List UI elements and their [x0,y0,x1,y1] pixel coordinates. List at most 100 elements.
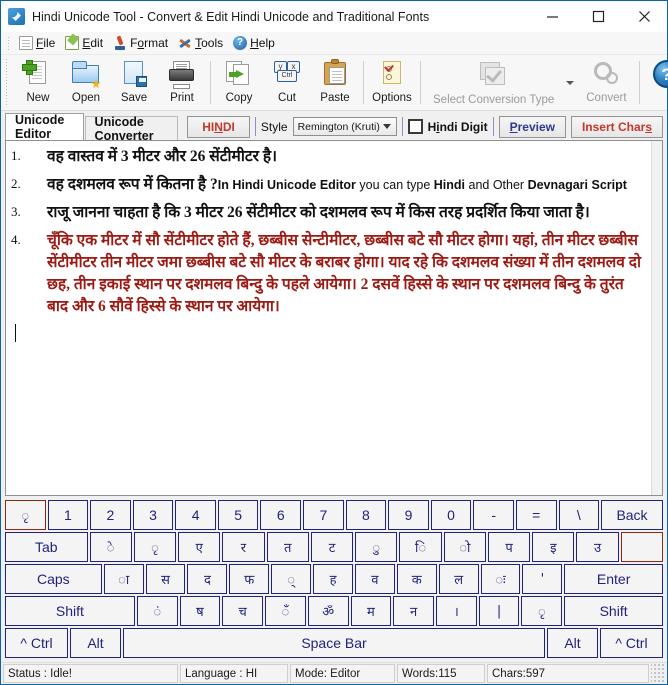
keyboard-key[interactable]: न [393,596,434,626]
keyboard-key[interactable]: 1 [47,500,89,530]
keyboard-key[interactable]: ृ [133,532,177,562]
keyboard-key[interactable]: 9 [388,500,429,530]
keyboard-key[interactable]: र [222,532,265,562]
language-toggle-button[interactable]: HINDI [187,115,250,138]
keyboard-key[interactable]: 5 [217,500,259,530]
status-cell-language: Language : HI [180,664,288,683]
keyboard-key[interactable]: Enter [564,564,663,594]
text-cursor [15,324,16,342]
editor-scrollbar[interactable] [651,141,662,495]
keyboard-key[interactable]: े [89,532,132,562]
keyboard-key[interactable]: 0 [430,500,472,530]
keyboard-key[interactable]: 3 [132,500,174,530]
keyboard-key[interactable]: ए [178,532,221,562]
menu-item-help[interactable]: ? Help [230,35,282,51]
menu-grip-handle[interactable] [6,35,13,51]
save-button[interactable]: Save [110,55,158,110]
menu-item-file[interactable]: File [16,35,62,51]
tab-unicode-converter[interactable]: Unicode Converter [84,115,179,143]
keyboard-key[interactable]: ह [313,564,353,594]
keyboard-key[interactable]: - [473,500,514,530]
tab-unicode-editor[interactable]: Unicode Editor [5,113,84,141]
help-button[interactable]: ? [644,55,668,110]
keyboard-key[interactable]: Tab [5,532,88,562]
keyboard-key[interactable]: | [478,596,520,626]
keyboard-key[interactable]: Back [601,500,663,530]
keyboard-row: ृ 1 2 3 4 5 6 7 8 9 0- = \ Back [5,500,663,530]
style-select[interactable]: Remington (Kruti) [292,117,397,136]
keyboard-key[interactable]: म [350,596,392,626]
keyboard-key[interactable]: ं [136,596,178,626]
keyboard-key[interactable]: Shift [564,596,663,626]
keyboard-key[interactable]: 4 [175,500,216,530]
keyboard-key[interactable]: त [266,532,309,562]
keyboard-key[interactable]: 6 [260,500,302,530]
keyboard-key[interactable]: 7 [303,500,344,530]
keyboard-key[interactable]: ँ [265,596,306,626]
keyboard-key[interactable]: ु [355,532,398,562]
new-button[interactable]: New [14,55,62,110]
editor-text-area[interactable]: 1. वह वास्तव में 3 मीटर और 26 सेंटीमीटर … [6,141,651,495]
resize-grip-icon[interactable] [651,664,665,683]
hindi-digit-checkbox[interactable] [407,119,423,134]
menu-item-tools[interactable]: Tools [175,35,230,51]
keyboard-key[interactable]: ो [443,532,486,562]
preview-button[interactable]: Preview [498,115,566,138]
keyboard-key[interactable]: ः [480,564,521,594]
copy-button[interactable]: Copy [215,55,263,110]
options-button[interactable]: Options [368,55,416,110]
menu-item-edit[interactable]: Edit [62,35,110,51]
editor-paragraph: 3. राजू जानना चाहता है कि 3 मीटर 26 सेंट… [11,202,643,224]
keyboard-key[interactable]: ' [522,564,563,594]
close-button[interactable] [621,1,667,32]
toolbar-grip-handle[interactable] [4,59,11,106]
keyboard-key[interactable]: ृ [521,596,563,626]
keyboard-key[interactable] [620,532,663,562]
keyboard-key[interactable]: Shift [5,596,135,626]
keyboard-key[interactable]: । [435,596,477,626]
keyboard-key[interactable]: Alt [547,628,598,658]
insert-chars-button[interactable]: Insert Chars [570,115,663,138]
keyboard-key[interactable]: ा [103,564,144,594]
keyboard-key[interactable]: ^ Ctrl [5,628,69,658]
keyboard-key[interactable]: 8 [345,500,387,530]
cut-button[interactable]: y x Ctrl Cut [263,55,311,110]
paste-button[interactable]: Paste [311,55,359,110]
keyboard-key[interactable]: ल [438,564,479,594]
menu-item-format[interactable]: Format [110,35,175,51]
maximize-button[interactable] [575,1,621,32]
keyboard-key[interactable]: ॐ [307,596,349,626]
keyboard-key[interactable]: Caps [5,564,102,594]
keyboard-key[interactable]: ि [399,532,442,562]
keyboard-key[interactable]: प [487,532,531,562]
keyboard-key[interactable]: इ [532,532,575,562]
keyboard-key[interactable]: व [354,564,395,594]
keyboard-key[interactable]: द [187,564,228,594]
keyboard-key[interactable]: उ [576,532,619,562]
keyboard-key[interactable]: Alt [70,628,121,658]
keyboard-key[interactable]: ^ Ctrl [599,628,663,658]
keyboard-key[interactable]: ् [271,564,312,594]
keyboard-key[interactable]: = [515,500,557,530]
keyboard-key[interactable]: ट [310,532,354,562]
editor-panel[interactable]: 1. वह वास्तव में 3 मीटर और 26 सेंटीमीटर … [5,140,663,496]
minimize-button[interactable] [529,1,575,32]
keyboard-key[interactable]: ष [179,596,221,626]
keyboard-key[interactable]: क [396,564,437,594]
open-button[interactable]: Open [62,55,110,110]
tools-hammer-icon [178,36,192,50]
keyboard-key[interactable]: 2 [90,500,131,530]
keyboard-key[interactable]: स [145,564,186,594]
print-button[interactable]: Print [158,55,206,110]
keyboard-key[interactable]: फ [229,564,270,594]
help-circle-icon: ? [233,36,248,50]
convert-button[interactable]: Convert [578,55,634,110]
keyboard-key[interactable]: \ [558,500,600,530]
keyboard-key[interactable]: च [222,596,264,626]
keyboard-key[interactable]: Space Bar [122,628,546,658]
file-icon [19,36,33,50]
paragraph-english-run: In Hindi Unicode Editor you can type Hin… [217,178,627,192]
select-conversion-type-button[interactable]: Select Conversion Type [425,55,562,110]
chevron-down-icon[interactable] [566,80,575,85]
keyboard-key[interactable]: ृ [5,500,46,530]
